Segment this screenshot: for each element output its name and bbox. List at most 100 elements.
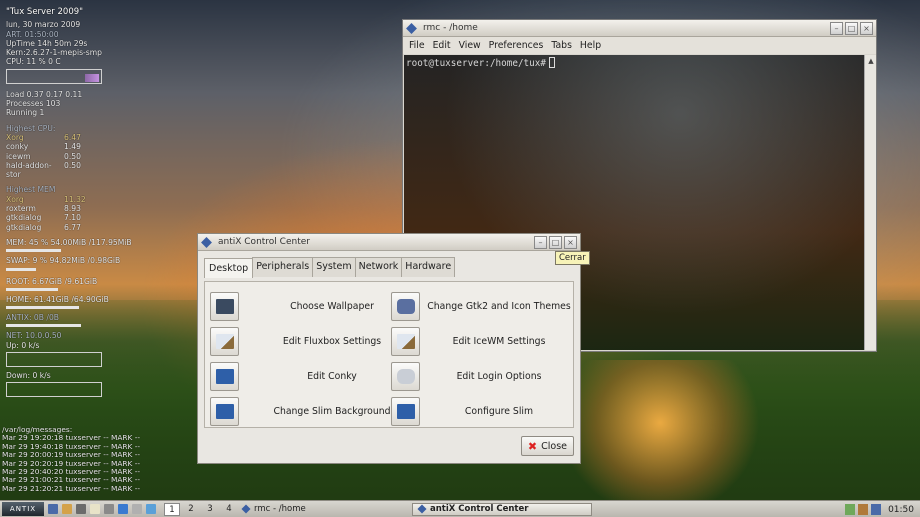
task-control-center[interactable]: antiX Control Center bbox=[412, 502, 592, 516]
change-themes-label[interactable]: Change Gtk2 and Icon Themes bbox=[425, 301, 573, 312]
highest-mem-label: Highest MEM bbox=[6, 185, 56, 195]
menu-file[interactable]: File bbox=[409, 40, 425, 51]
conky-processes: Processes 103 bbox=[6, 99, 61, 109]
network-icon[interactable] bbox=[146, 504, 156, 514]
scroll-up-icon[interactable]: ▲ bbox=[866, 56, 876, 66]
highest-mem-row: roxterm 8.93 bbox=[6, 204, 81, 214]
change-slim-background-label[interactable]: Change Slim Background bbox=[257, 406, 407, 417]
edit-login-options-label[interactable]: Edit Login Options bbox=[425, 371, 573, 382]
change-slim-background-item[interactable]: Change Slim Background bbox=[210, 395, 407, 428]
conky-title: "Tux Server 2009" bbox=[6, 7, 84, 17]
close-button-label: Close bbox=[541, 440, 567, 452]
start-menu-button[interactable]: ANTIX bbox=[2, 502, 44, 516]
edit-conky-item[interactable]: Edit Conky bbox=[210, 360, 407, 393]
change-themes-item[interactable]: Change Gtk2 and Icon Themes bbox=[391, 290, 573, 323]
tab-system[interactable]: System bbox=[312, 257, 356, 277]
menu-edit[interactable]: Edit bbox=[433, 40, 451, 51]
control-center-window[interactable]: antiX Control Center – □ × Desktop Perip… bbox=[197, 233, 581, 464]
workspace-4[interactable]: 4 bbox=[221, 503, 237, 516]
highest-cpu-label: Highest CPU: bbox=[6, 123, 56, 133]
control-center-titlebar[interactable]: antiX Control Center – □ × bbox=[198, 234, 580, 251]
close-button[interactable]: × bbox=[564, 235, 577, 249]
cpu-graph bbox=[6, 68, 102, 84]
task-terminal[interactable]: rmc - /home bbox=[237, 503, 412, 516]
search-icon[interactable] bbox=[132, 504, 142, 514]
highest-mem-row: gtkdialog 6.77 bbox=[6, 222, 81, 232]
edit-conky-label[interactable]: Edit Conky bbox=[257, 371, 407, 382]
antix-bar bbox=[6, 324, 81, 328]
close-dialog-button[interactable]: ✖ Close bbox=[520, 436, 574, 456]
root-bar bbox=[6, 287, 58, 291]
conky-mem: MEM: 45 % 54.00MiB /117.95MiB bbox=[6, 237, 132, 247]
choose-wallpaper-label[interactable]: Choose Wallpaper bbox=[257, 301, 407, 312]
choose-wallpaper-item[interactable]: Choose Wallpaper bbox=[210, 290, 407, 323]
menu-tabs[interactable]: Tabs bbox=[551, 40, 572, 51]
conky-load: Load 0.37 0.17 0.11 bbox=[6, 89, 83, 99]
maximize-button[interactable]: □ bbox=[845, 21, 858, 35]
slim-icon[interactable] bbox=[210, 397, 239, 426]
login-icon[interactable] bbox=[391, 362, 420, 391]
window-menu-icon[interactable] bbox=[201, 236, 212, 248]
tray-volume-icon[interactable] bbox=[858, 504, 869, 515]
down-graph bbox=[6, 382, 102, 398]
edit-fluxbox-item[interactable]: Edit Fluxbox Settings bbox=[210, 325, 407, 358]
highest-cpu-row: Xorg 6.47 bbox=[6, 132, 81, 142]
themes-icon[interactable] bbox=[391, 292, 420, 321]
configure-slim-item[interactable]: Configure Slim bbox=[391, 395, 573, 428]
edit-window-icon[interactable] bbox=[210, 327, 239, 356]
conky-uptime: UpTime 14h 50m 29s bbox=[6, 38, 88, 48]
edit-login-options-item[interactable]: Edit Login Options bbox=[391, 360, 573, 393]
close-tooltip: Cerrar bbox=[555, 251, 590, 265]
conky-swap: SWAP: 9 % 94.82MiB /0.98GiB bbox=[6, 256, 121, 266]
home-bar bbox=[6, 306, 79, 310]
desktop-panel: Choose Wallpaper Edit Fluxbox Settings E… bbox=[204, 281, 574, 428]
edit-icewm-item[interactable]: Edit IceWM Settings bbox=[391, 325, 573, 358]
browser-icon[interactable] bbox=[118, 504, 128, 514]
conky-running: Running 1 bbox=[6, 108, 45, 118]
workspace-3[interactable]: 3 bbox=[202, 503, 218, 516]
conky-up: Up: 0 k/s bbox=[6, 340, 40, 350]
workspace-2[interactable]: 2 bbox=[183, 503, 199, 516]
up-graph bbox=[6, 352, 102, 368]
edit-window-icon[interactable] bbox=[391, 327, 420, 356]
menu-preferences[interactable]: Preferences bbox=[489, 40, 544, 51]
editor-icon[interactable] bbox=[90, 504, 100, 514]
log-line: Mar 29 21:20:21 tuxserver -- MARK -- bbox=[2, 483, 141, 493]
menu-view[interactable]: View bbox=[459, 40, 481, 51]
terminal-icon[interactable] bbox=[76, 504, 86, 514]
clock[interactable]: 01:50 bbox=[884, 505, 920, 515]
conky-down: Down: 0 k/s bbox=[6, 371, 51, 381]
conky-logs: /var/log/messages: Mar 29 19:20:18 tuxse… bbox=[2, 425, 141, 493]
terminal-task-icon bbox=[241, 504, 251, 514]
terminal-title: rmc - /home bbox=[423, 23, 478, 33]
tray-network-icon[interactable] bbox=[845, 504, 856, 515]
highest-cpu-row: conky 1.49 bbox=[6, 142, 81, 152]
conky-icon[interactable] bbox=[210, 362, 239, 391]
terminal-menubar: File Edit View Preferences Tabs Help bbox=[403, 37, 876, 54]
configure-slim-label[interactable]: Configure Slim bbox=[425, 406, 573, 417]
maximize-button[interactable]: □ bbox=[549, 235, 562, 249]
workspace-1[interactable]: 1 bbox=[164, 502, 180, 516]
minimize-button[interactable]: – bbox=[534, 235, 547, 249]
edit-fluxbox-label[interactable]: Edit Fluxbox Settings bbox=[257, 336, 407, 347]
highest-mem-row: gtkdialog 7.10 bbox=[6, 213, 81, 223]
terminal-titlebar[interactable]: rmc - /home – □ × bbox=[403, 20, 876, 37]
tab-desktop[interactable]: Desktop bbox=[204, 258, 254, 278]
tab-peripherals[interactable]: Peripherals bbox=[252, 257, 314, 277]
folder-icon[interactable] bbox=[62, 504, 72, 514]
terminal-scrollbar[interactable]: ▲ bbox=[864, 55, 876, 350]
menu-help[interactable]: Help bbox=[580, 40, 601, 51]
minimize-button[interactable]: – bbox=[830, 21, 843, 35]
show-desktop-icon[interactable] bbox=[48, 504, 58, 514]
monitor-icon[interactable] bbox=[210, 292, 239, 321]
tray-monitor-icon[interactable] bbox=[871, 504, 882, 515]
edit-icewm-label[interactable]: Edit IceWM Settings bbox=[425, 336, 573, 347]
conky-root: ROOT: 6.67GiB /9.61GiB bbox=[6, 276, 98, 286]
tab-network[interactable]: Network bbox=[354, 257, 403, 277]
window-menu-icon[interactable] bbox=[406, 22, 417, 34]
close-button[interactable]: × bbox=[860, 21, 873, 35]
settings-icon[interactable] bbox=[104, 504, 114, 514]
conky-antix: ANTIX: 0B /0B bbox=[6, 313, 59, 323]
tab-hardware[interactable]: Hardware bbox=[401, 257, 456, 277]
slim-icon[interactable] bbox=[391, 397, 420, 426]
